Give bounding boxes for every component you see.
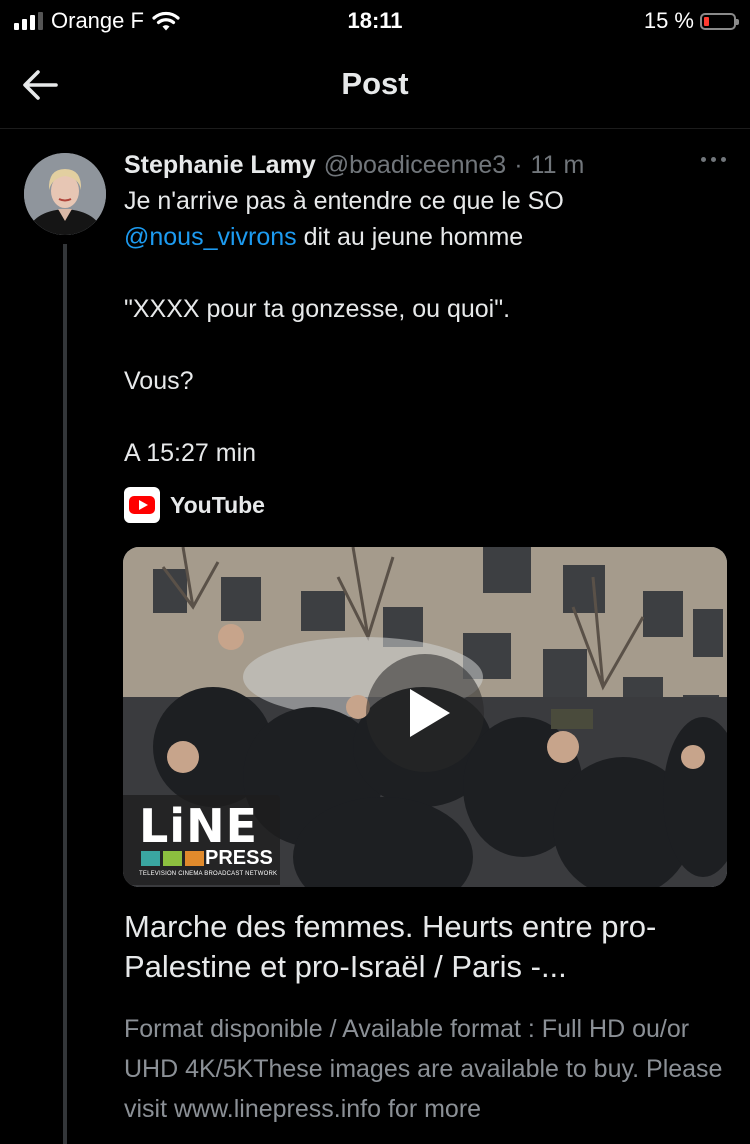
author-name[interactable]: Stephanie Lamy (124, 151, 316, 180)
tweet-line-2: @nous_vivrons dit au jeune homme (124, 219, 724, 255)
link-source-label: YouTube (170, 491, 265, 518)
brand-sub: PRESS (205, 847, 273, 869)
linepress-logo: LiNE PRESS TELEVISION CINEMA BROADCAST N… (123, 795, 280, 885)
tweet-line-1: Je n'arrive pas à entendre ce que le SO (124, 187, 564, 215)
video-thumbnail[interactable]: LiNE PRESS TELEVISION CINEMA BROADCAST N… (123, 547, 727, 887)
clock: 18:11 (347, 8, 403, 33)
battery-percent: 15 % (643, 8, 694, 33)
author-handle[interactable]: @boadiceenne3 (324, 151, 506, 180)
brand-tagline: TELEVISION CINEMA BROADCAST NETWORK (139, 871, 278, 877)
link-source[interactable]: YouTube (124, 487, 265, 523)
tweet-text: Je n'arrive pas à entendre ce que le SO … (124, 183, 724, 471)
page-title: Post (341, 66, 409, 101)
tweet-header: Stephanie Lamy @boadiceenne3 · 11 m (124, 151, 730, 185)
battery-status: 15 % (643, 8, 739, 34)
post-detail: Stephanie Lamy @boadiceenne3 · 11 m Je n… (0, 129, 750, 1144)
separator-dot: · (514, 151, 523, 179)
brand-name: LiNE (139, 799, 258, 853)
link-card-title[interactable]: Marche des femmes. Heurts entre pro-Pale… (124, 907, 724, 987)
avatar[interactable] (24, 153, 106, 235)
battery-icon (700, 12, 739, 30)
status-bar: Orange F 18:11 15 % (0, 0, 750, 44)
top-nav: Post (0, 44, 750, 129)
tweet-line-2-text: dit au jeune homme (296, 223, 524, 251)
post-time: 11 m (530, 151, 585, 179)
thread-line (63, 244, 67, 1144)
tweet-quote: "XXXX pour ta gonzesse, ou quoi". (124, 295, 511, 323)
youtube-icon (124, 487, 160, 523)
tweet-timestamp-note: A 15:27 min (124, 439, 257, 467)
brand-squares (141, 851, 204, 866)
link-card-description: Format disponible / Available format : F… (124, 1015, 723, 1123)
mention-link[interactable]: @nous_vivrons (124, 223, 297, 251)
play-icon[interactable] (366, 654, 484, 772)
more-options-icon[interactable] (701, 157, 726, 162)
tweet-question: Vous? (124, 367, 194, 395)
